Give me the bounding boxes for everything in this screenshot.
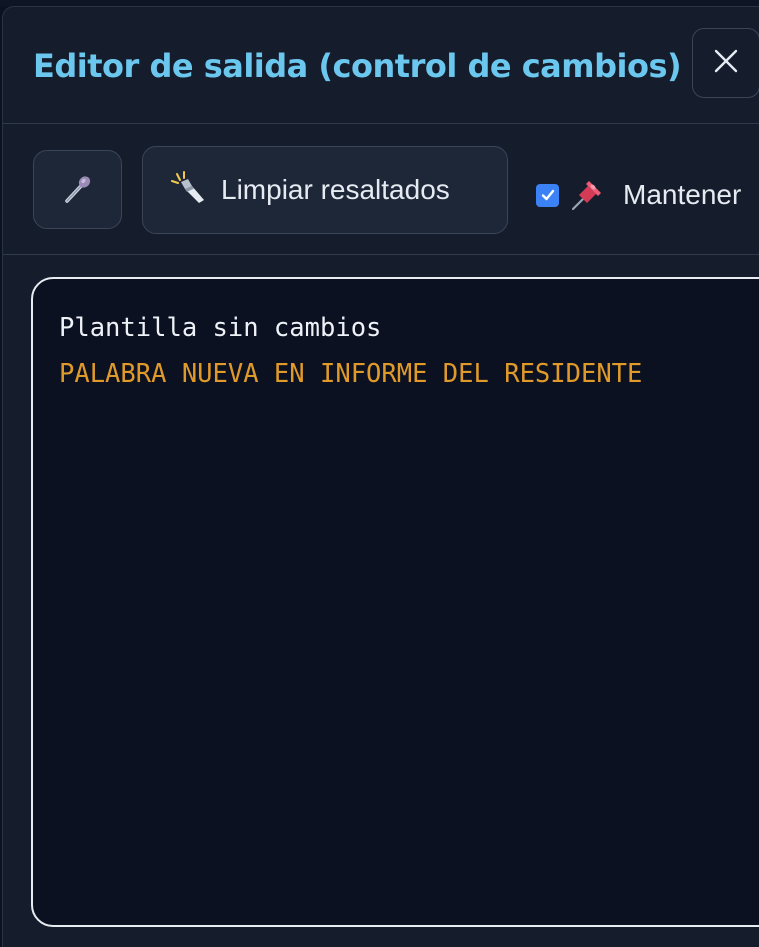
flashlight-icon: [171, 171, 207, 209]
output-editor-modal: Editor de salida (control de cambios) Li…: [2, 6, 759, 947]
keep-toggle: Mantener: [536, 177, 741, 213]
editor-line-unchanged: Plantilla sin cambios: [59, 313, 382, 343]
pushpin-icon: [569, 177, 605, 213]
toolbar: Limpiar resaltados Mantener: [3, 124, 759, 255]
clear-highlights-label: Limpiar resaltados: [221, 174, 450, 205]
microphone-button[interactable]: [33, 150, 122, 229]
modal-title: Editor de salida (control de cambios): [33, 47, 682, 85]
clear-highlights-button[interactable]: Limpiar resaltados: [142, 146, 508, 234]
output-editor-textarea[interactable]: Plantilla sin cambios PALABRA NUEVA EN I…: [31, 277, 759, 927]
microphone-icon: [61, 171, 95, 209]
close-icon: [713, 48, 739, 78]
keep-label: Mantener: [623, 179, 742, 210]
keep-checkbox[interactable]: [536, 183, 559, 207]
modal-header: Editor de salida (control de cambios): [3, 7, 759, 124]
editor-line-new-highlighted: PALABRA NUEVA EN INFORME DEL RESIDENTE: [59, 359, 643, 389]
close-button[interactable]: [692, 28, 759, 98]
